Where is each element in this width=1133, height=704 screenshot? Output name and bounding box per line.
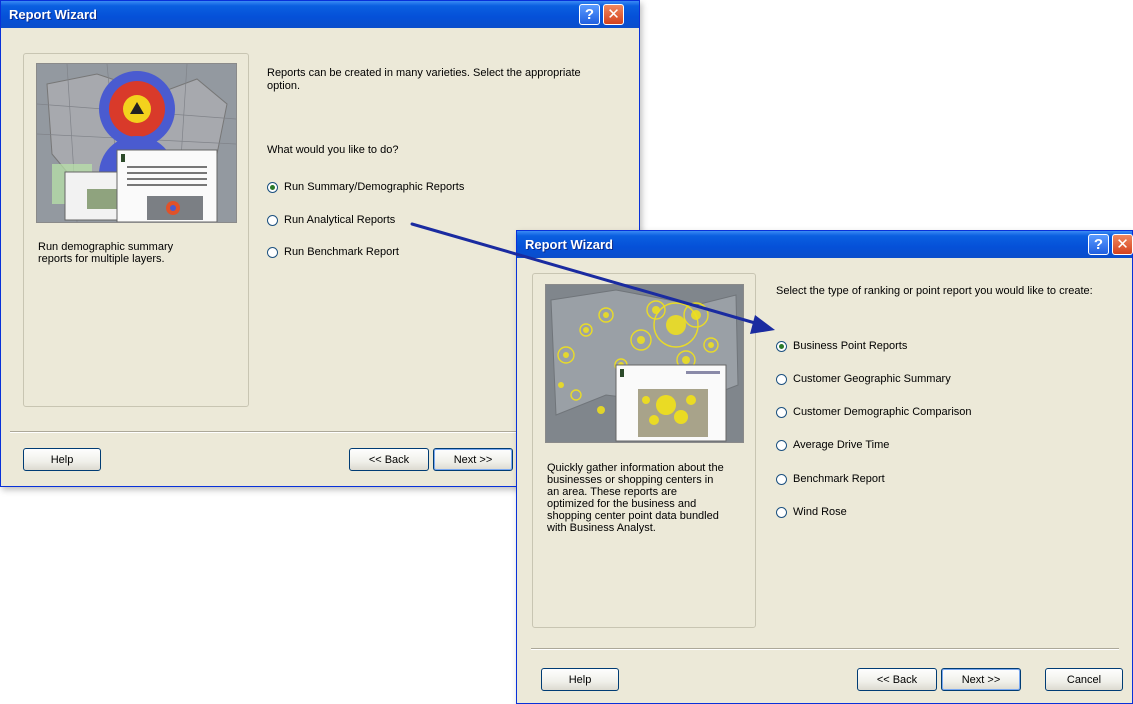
radio-button[interactable] [776, 439, 787, 451]
radio-button[interactable] [267, 246, 278, 258]
radio-business-point-reports[interactable]: Business Point Reports [776, 338, 907, 354]
question-text: What would you like to do? [267, 144, 399, 156]
help-title-button[interactable]: ? [1088, 234, 1109, 255]
radio-button[interactable] [267, 214, 278, 226]
panel-description: Run demographic summary reports for mult… [38, 241, 174, 265]
report-preview-image [36, 63, 237, 223]
map-illustration [546, 285, 743, 442]
panel-description: Quickly gather information about the bus… [547, 462, 724, 534]
intro-text: Select the type of ranking or point repo… [776, 285, 1093, 297]
close-button[interactable]: ✕ [603, 4, 624, 25]
back-button[interactable]: << Back [857, 668, 937, 691]
radio-button[interactable] [776, 340, 787, 352]
radio-button[interactable] [776, 373, 787, 385]
radio-customer-demographic-comparison[interactable]: Customer Demographic Comparison [776, 404, 972, 420]
radio-button[interactable] [776, 506, 787, 518]
radio-label: Customer Demographic Comparison [793, 406, 972, 418]
button-separator [531, 648, 1119, 650]
radio-run-summary-demographic[interactable]: Run Summary/Demographic Reports [267, 179, 464, 195]
radio-label: Average Drive Time [793, 439, 890, 451]
help-button[interactable]: Help [541, 668, 619, 691]
radio-wind-rose[interactable]: Wind Rose [776, 504, 847, 520]
help-title-button[interactable]: ? [579, 4, 600, 25]
radio-label: Run Analytical Reports [284, 214, 396, 226]
radio-run-analytical[interactable]: Run Analytical Reports [267, 212, 395, 228]
map-illustration [37, 64, 236, 222]
radio-average-drive-time[interactable]: Average Drive Time [776, 437, 889, 453]
window-title: Report Wizard [9, 7, 97, 22]
help-button[interactable]: Help [23, 448, 101, 471]
radio-button[interactable] [267, 181, 278, 193]
report-preview-image [545, 284, 744, 443]
close-button[interactable]: ✕ [1112, 234, 1133, 255]
radio-label: Customer Geographic Summary [793, 373, 951, 385]
radio-button[interactable] [776, 473, 787, 485]
radio-label: Run Benchmark Report [284, 246, 399, 258]
radio-label: Benchmark Report [793, 473, 885, 485]
intro-text: Reports can be created in many varieties… [267, 67, 581, 92]
title-bar[interactable]: Report Wizard ? ✕ [1, 1, 639, 28]
title-bar[interactable]: Report Wizard ? ✕ [517, 231, 1133, 258]
cancel-button[interactable]: Cancel [1045, 668, 1123, 691]
radio-button[interactable] [776, 406, 787, 418]
next-button[interactable]: Next >> [433, 448, 513, 471]
radio-customer-geographic-summary[interactable]: Customer Geographic Summary [776, 371, 951, 387]
radio-label: Wind Rose [793, 506, 847, 518]
back-button[interactable]: << Back [349, 448, 429, 471]
radio-run-benchmark[interactable]: Run Benchmark Report [267, 244, 399, 260]
radio-benchmark-report[interactable]: Benchmark Report [776, 471, 885, 487]
radio-label: Business Point Reports [793, 340, 908, 352]
next-button[interactable]: Next >> [941, 668, 1021, 691]
window-title: Report Wizard [525, 237, 613, 252]
radio-label: Run Summary/Demographic Reports [284, 181, 465, 193]
report-wizard-dialog-2: Report Wizard ? ✕ Quickly gather informa… [516, 230, 1133, 704]
